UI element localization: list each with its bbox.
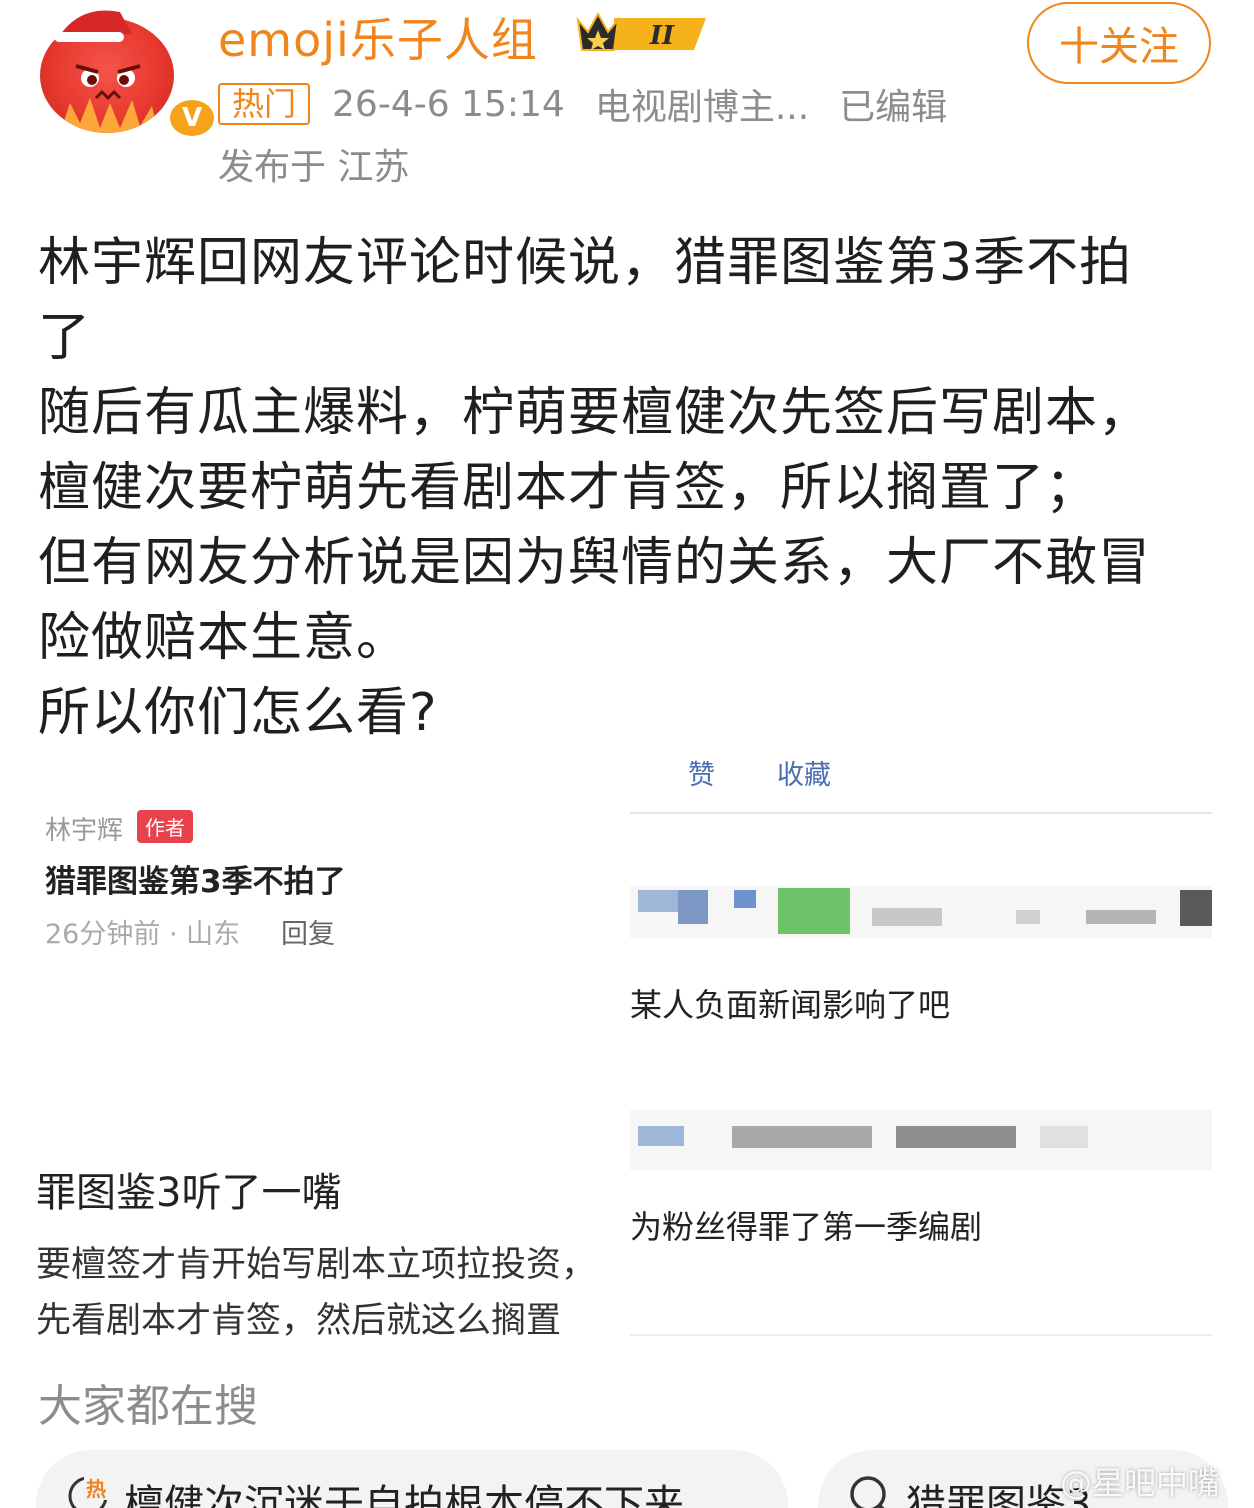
author-category[interactable]: 电视剧博主... <box>595 78 809 130</box>
svg-text:热: 热 <box>86 1477 106 1501</box>
blurred-username-row <box>630 1110 1212 1170</box>
username[interactable]: emoji乐子人组 <box>218 4 538 70</box>
divider <box>630 1334 1212 1336</box>
hot-icon: 热 <box>68 1474 110 1508</box>
comment-text: 为粉丝得罪了第一季编剧 <box>630 1208 983 1246</box>
search-icon <box>850 1476 886 1508</box>
level-text: II <box>649 21 675 51</box>
comment-text: 某人负面新闻影响了吧 <box>630 986 951 1024</box>
blurred-username-row <box>630 886 1212 938</box>
trending-search-heading: 大家都在搜 <box>38 1381 258 1432</box>
crown-level-badge-icon: II <box>576 11 706 51</box>
trending-search-text: 檀健次沉迷于自拍根本停不下来 <box>124 1482 684 1508</box>
favorite-label: 收藏 <box>777 760 831 791</box>
reply-button: 回复 <box>281 919 335 950</box>
post-line: 但有网友分析说是因为舆情的关系，大厂不敢冒 <box>38 533 1152 593</box>
verified-badge-icon: V <box>166 96 218 140</box>
santa-hat-icon <box>54 5 137 42</box>
watermark: @星吧中嘴 <box>1060 1464 1221 1502</box>
edited-label[interactable]: 已编辑 <box>839 78 947 130</box>
avatar[interactable]: V <box>40 5 218 140</box>
trending-search-item[interactable]: 热 檀健次沉迷于自拍根本停不下来 <box>36 1450 788 1508</box>
author-tag: 作者 <box>137 810 193 843</box>
divider <box>630 812 1212 814</box>
like-label: 赞 <box>688 760 715 791</box>
reply-author: 林宇辉 <box>45 816 124 846</box>
reply-time: 26分钟前 · 山东 <box>45 919 241 950</box>
post-line: 林宇辉回网友评论时候说，猎罪图鉴第3季不拍 <box>38 233 1133 293</box>
hot-tag[interactable]: 热门 <box>218 83 311 125</box>
post-line: 险做赔本生意。 <box>38 608 410 668</box>
screenshot-line: 要檀签才肯开始写剧本立项拉投资， <box>36 1245 597 1285</box>
post-line: 檀健次要柠萌先看剧本才肯签，所以搁置了； <box>38 458 1099 518</box>
post-line: 随后有瓜主爆料，柠萌要檀健次先签后写剧本， <box>38 383 1152 443</box>
post-location: 发布于 江苏 <box>218 147 410 188</box>
screenshot-line: 先看剧本才肯签，然后就这么搁置 <box>36 1301 562 1341</box>
screenshot-title: 罪图鉴3听了一嘴 <box>36 1170 342 1216</box>
post-meta: 热门 26-4-6 15:14 电视剧博主... 已编辑 <box>218 82 977 128</box>
post-time: 26-4-6 15:14 <box>332 83 565 125</box>
post-line: 了 <box>38 308 92 368</box>
reply-text: 猎罪图鉴第3季不拍了 <box>45 864 346 900</box>
follow-button[interactable]: 十关注 <box>1027 2 1211 84</box>
post-line: 所以你们怎么看? <box>38 683 438 743</box>
post-text: 林宇辉回网友评论时候说，猎罪图鉴第3季不拍 了 随后有瓜主爆料，柠萌要檀健次先签… <box>38 226 1218 751</box>
